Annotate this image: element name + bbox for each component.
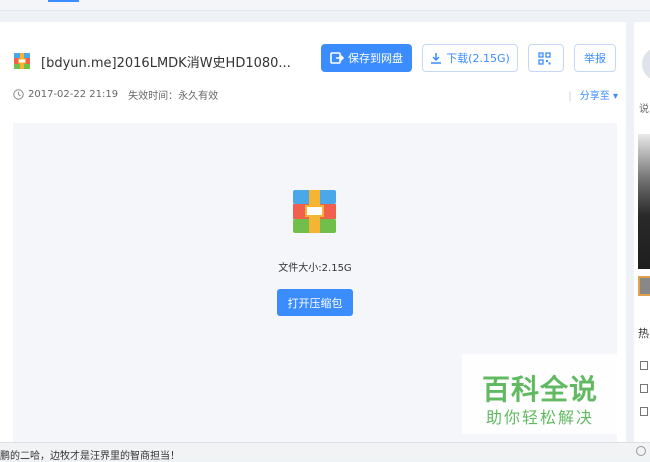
ticker-text[interactable]: 結鹏的二哈，边牧才是汪界里的智商担当！: [0, 447, 180, 462]
download-button[interactable]: 下载(2.15G): [422, 44, 518, 72]
qr-code-icon: [537, 51, 551, 65]
archive-large-icon: [293, 190, 336, 233]
download-button-label: 下载(2.15G): [446, 52, 510, 65]
file-title: [bdyun.me]2016LMDK消W史HD1080...: [41, 56, 291, 71]
document-icon: [640, 361, 648, 370]
share-divider: |: [568, 91, 572, 102]
file-meta: 2017-02-22 21:19 失效时间：永久有效: [13, 87, 218, 102]
document-icon: [640, 384, 648, 393]
save-button-label: 保存到网盘: [348, 52, 403, 65]
info-icon[interactable]: [636, 446, 646, 456]
open-archive-button[interactable]: 打开压缩包: [277, 289, 353, 316]
right-sidebar: 说 热: [634, 22, 650, 442]
watermark-logo: 百科全说 助你轻松解决: [462, 354, 618, 434]
save-to-disk-button[interactable]: 保存到网盘: [321, 44, 412, 72]
sidebar-text: 说: [639, 104, 649, 115]
qr-code-button[interactable]: [528, 44, 564, 72]
watermark-subtitle: 助你轻松解决: [485, 408, 594, 427]
watermark-title: 百科全说: [481, 373, 598, 406]
share-dropdown[interactable]: | 分享至 ▾: [568, 87, 618, 102]
file-size-text: 文件大小:2.15G: [278, 263, 352, 274]
share-label: 分享至: [579, 91, 610, 102]
sidebar-banner-image[interactable]: [638, 134, 650, 269]
hot-section-title: 热: [638, 327, 649, 340]
report-button[interactable]: 举报: [574, 44, 616, 72]
sidebar-thumbnail[interactable]: [638, 276, 650, 296]
avatar[interactable]: [642, 47, 650, 81]
report-button-label: 举报: [584, 52, 606, 65]
file-date: 2017-02-22 21:19: [28, 89, 119, 100]
save-icon: [330, 52, 344, 64]
bottom-ticker-bar: 結鹏的二哈，边牧才是汪界里的智商担当！: [0, 442, 650, 462]
active-tab-indicator: [48, 0, 79, 2]
download-icon: [431, 53, 442, 64]
clock-icon: [13, 89, 24, 100]
file-expiry: 失效时间：永久有效: [128, 91, 219, 102]
file-header: [bdyun.me]2016LMDK消W史HD1080... 保存到网盘 下载(…: [0, 22, 626, 114]
top-nav-bar: [0, 0, 650, 11]
document-icon: [640, 407, 648, 416]
archive-file-icon: [14, 53, 30, 69]
chevron-down-icon: ▾: [612, 91, 618, 102]
